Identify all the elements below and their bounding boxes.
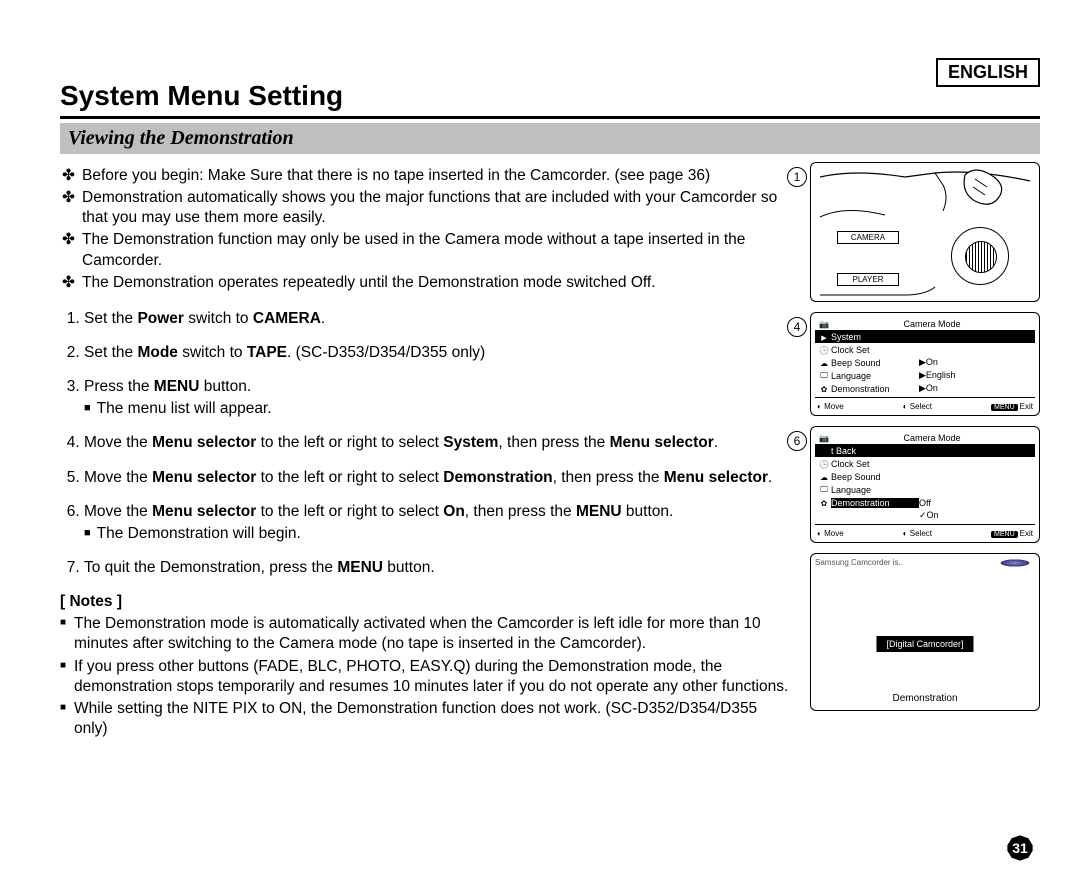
intro-bullet: The Demonstration function may only be u…	[82, 230, 794, 270]
note-item: If you press other buttons (FADE, BLC, P…	[74, 657, 794, 697]
lcd-menu-row: Clock Set	[815, 457, 1035, 470]
note-item: While setting the NITE PIX to ON, the De…	[74, 699, 794, 739]
lcd-menu-row: Language	[815, 483, 1035, 496]
lcd-menu-row: ✓On	[815, 509, 1035, 522]
camera-icon	[817, 319, 831, 329]
demo-bottom-label: Demonstration	[811, 693, 1039, 704]
gear-icon	[817, 384, 831, 394]
title-rule	[60, 116, 1040, 119]
lcd-menu-label: Demonstration	[831, 498, 919, 508]
lcd-title: Camera Mode	[831, 317, 1033, 330]
illus-menu-screen-4: 4 Camera Mode SystemClock SetBeep Sound▶…	[810, 312, 1040, 416]
lcd-footer: ◐ Move ◐ Select MENUExit	[815, 527, 1035, 538]
step-2: Set the Mode switch to TAPE. (SC-D353/D3…	[84, 343, 794, 363]
lcd-title-row: Camera Mode	[815, 431, 1035, 444]
lcd-menu-row: t Back	[815, 444, 1035, 457]
tv-icon	[817, 370, 831, 381]
lcd-menu-value: ✓On	[919, 510, 1033, 521]
step-3: Press the MENU button. The menu list wil…	[84, 377, 794, 419]
demo-top-text: Samsung Camcorder is..	[815, 558, 903, 568]
step-3-sub: The menu list will appear.	[84, 399, 794, 419]
illustration-column: 1 CAMERA PLAYER 4	[810, 162, 1040, 741]
lcd-menu-label: Beep Sound	[831, 358, 919, 368]
note-item: The Demonstration mode is automatically …	[74, 614, 794, 654]
knob-icon: ◐	[903, 529, 908, 538]
lcd-menu-value: ▶On	[919, 357, 1033, 368]
samsung-logo-icon	[995, 558, 1035, 568]
notes-list: The Demonstration mode is automatically …	[60, 614, 794, 739]
section-heading: Viewing the Demonstration	[60, 123, 1040, 154]
lcd-menu-row: DemonstrationOff	[815, 496, 1035, 509]
step-badge-4: 4	[787, 317, 807, 337]
lcd-menu-value: ▶English	[919, 370, 1033, 381]
step-1: Set the Power switch to CAMERA.	[84, 309, 794, 329]
illus-menu-screen-6: 6 Camera Mode t BackClock SetBeep SoundL…	[810, 426, 1040, 543]
sys-icon	[817, 459, 831, 469]
menu-key-icon: MENU	[991, 404, 1018, 411]
lcd-menu-label: Beep Sound	[831, 472, 919, 482]
lcd-menu-label: Clock Set	[831, 345, 919, 355]
lcd-menu-label: Clock Set	[831, 459, 919, 469]
knob-icon: ◐	[817, 529, 822, 538]
sys-icon	[817, 345, 831, 355]
lcd-menu-row: Demonstration▶On	[815, 382, 1035, 395]
lcd-menu-row: System	[815, 330, 1035, 343]
demo-top-row: Samsung Camcorder is..	[815, 558, 1035, 568]
step-badge-6: 6	[787, 431, 807, 451]
lcd-title-row: Camera Mode	[815, 317, 1035, 330]
lcd-menu-label: Language	[831, 371, 919, 381]
dial-label-camera: CAMERA	[837, 231, 899, 244]
gear-icon	[817, 498, 831, 508]
lcd-menu-value: ▶On	[919, 383, 1033, 394]
dial-knob-icon	[951, 227, 1009, 285]
knob-icon: ◐	[903, 402, 908, 411]
intro-bullet: The Demonstration operates repeatedly un…	[82, 273, 794, 293]
lcd-menu-label: t Back	[831, 446, 919, 456]
lcd-footer: ◐ Move ◐ Select MENUExit	[815, 400, 1035, 411]
arrow-icon	[817, 332, 831, 342]
page-title: System Menu Setting	[60, 80, 1040, 112]
lcd-menu-value: Off	[919, 498, 1033, 508]
cloud-icon	[817, 472, 831, 482]
lcd-title: Camera Mode	[831, 431, 1033, 444]
step-6-sub: The Demonstration will begin.	[84, 524, 794, 544]
lcd-menu-row: Beep Sound▶On	[815, 356, 1035, 369]
step-4: Move the Menu selector to the left or ri…	[84, 433, 794, 453]
step-5: Move the Menu selector to the left or ri…	[84, 468, 794, 488]
camera-icon	[817, 433, 831, 443]
body-text-column: Before you begin: Make Sure that there i…	[60, 162, 810, 741]
language-badge: ENGLISH	[936, 58, 1040, 87]
dial-label-player: PLAYER	[837, 273, 899, 286]
menu-key-icon: MENU	[991, 531, 1018, 538]
lcd-menu-label: System	[831, 332, 919, 342]
page-number: 31	[1006, 834, 1034, 862]
intro-bullets: Before you begin: Make Sure that there i…	[60, 166, 794, 293]
intro-bullet: Before you begin: Make Sure that there i…	[82, 166, 794, 186]
lcd-menu-row: Clock Set	[815, 343, 1035, 356]
lcd-menu-row: Beep Sound	[815, 470, 1035, 483]
lcd-menu-row: Language▶English	[815, 369, 1035, 382]
illus-demo-splash: Samsung Camcorder is.. [Digital Camcorde…	[810, 553, 1040, 711]
step-7: To quit the Demonstration, press the MEN…	[84, 558, 794, 578]
notes-header: [ Notes ]	[60, 592, 794, 612]
steps-list: Set the Power switch to CAMERA. Set the …	[60, 309, 794, 578]
demo-capsule: [Digital Camcorder]	[876, 636, 973, 652]
knob-icon: ◐	[817, 402, 822, 411]
step-badge-1: 1	[787, 167, 807, 187]
lcd-menu-label: Demonstration	[831, 384, 919, 394]
step-6: Move the Menu selector to the left or ri…	[84, 502, 794, 544]
cloud-icon	[817, 358, 831, 368]
lcd-menu-label: Language	[831, 485, 919, 495]
intro-bullet: Demonstration automatically shows you th…	[82, 188, 794, 228]
illus-mode-dial: 1 CAMERA PLAYER	[810, 162, 1040, 302]
tv-icon	[817, 484, 831, 495]
